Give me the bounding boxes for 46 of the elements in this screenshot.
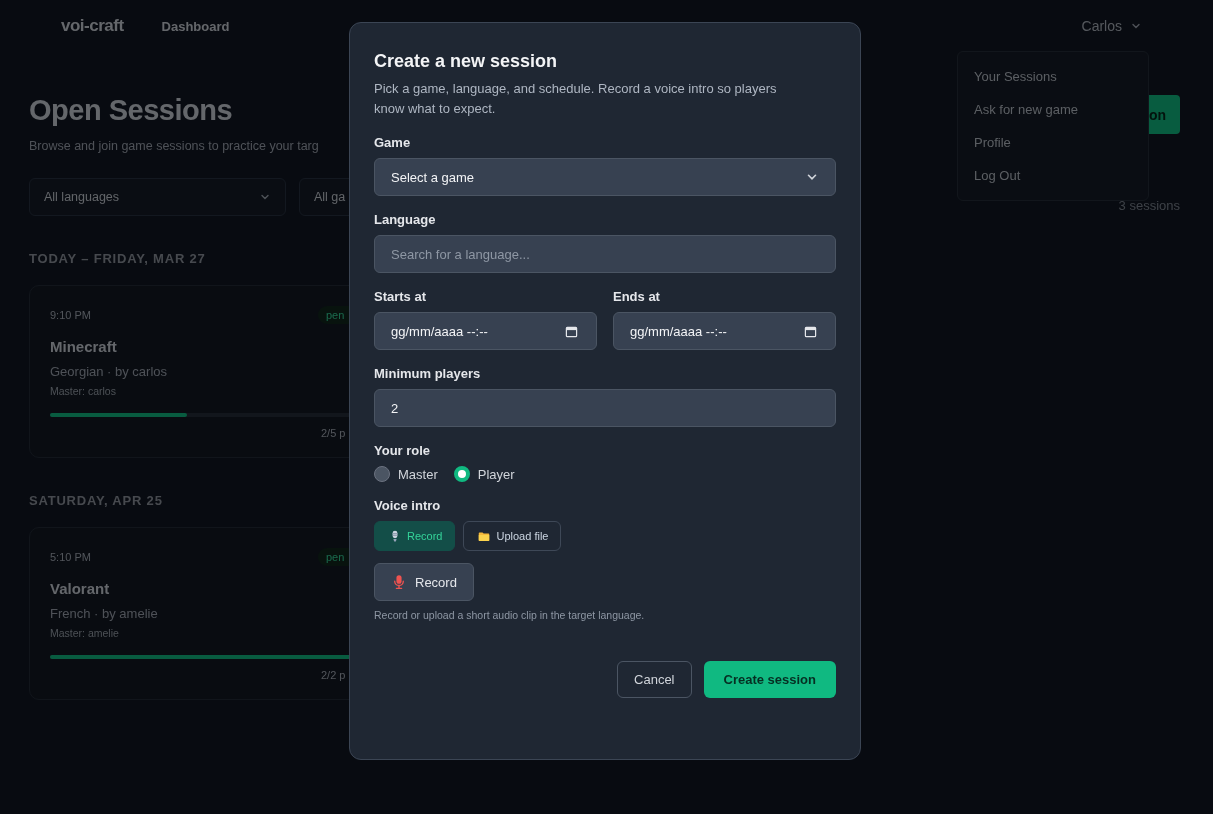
- date-heading: TODAY – FRIDAY, MAR 27: [29, 251, 206, 266]
- menu-item[interactable]: Your Sessions: [958, 60, 1148, 93]
- language-search-field[interactable]: Search for a language...: [374, 235, 836, 273]
- session-meta: Georgian · by carlos: [50, 364, 168, 379]
- folder-icon: [478, 529, 491, 543]
- dialog-description: Pick a game, language, and schedule. Record a voice intro so players know what to expect.: [374, 80, 778, 118]
- field-label: Voice intro: [374, 498, 442, 513]
- logo[interactable]: voi-craft: [61, 16, 124, 36]
- create-button[interactable]: Create session: [703, 661, 836, 698]
- player-count: 2/2 p: [321, 669, 347, 681]
- end-date-field[interactable]: gg/mm/aaaa --:--: [613, 312, 836, 350]
- calendar-icon: [804, 324, 817, 338]
- menu-item[interactable]: Profile: [958, 126, 1148, 159]
- session-time: 5:10 PM: [50, 551, 91, 563]
- radio-button[interactable]: [453, 466, 470, 482]
- game-name: Valorant: [50, 580, 110, 597]
- minimum-players-field[interactable]: 2: [374, 389, 836, 427]
- date-heading: SATURDAY, APR 25: [29, 493, 163, 508]
- nav-link[interactable]: Dashboard: [161, 18, 230, 34]
- user-menu-button[interactable]: Carlos: [1081, 18, 1142, 34]
- field-label: Language: [374, 212, 437, 227]
- session-time: 9:10 PM: [50, 309, 91, 321]
- cancel-button[interactable]: Cancel: [617, 661, 692, 698]
- page-title: Open Sessions: [29, 94, 233, 127]
- radio-label[interactable]: Player: [477, 466, 515, 482]
- player-count: 2/5 p: [321, 427, 347, 439]
- start-date-field[interactable]: gg/mm/aaaa --:--: [374, 312, 597, 350]
- radio-button[interactable]: [374, 466, 390, 482]
- session-master: Master: carlos: [50, 385, 116, 397]
- menu-item[interactable]: Log Out: [958, 159, 1148, 192]
- game-name: Minecraft: [50, 338, 117, 355]
- record-button[interactable]: Record: [374, 563, 474, 601]
- game-select[interactable]: Select a game: [374, 158, 836, 196]
- voice-tab[interactable]: Upload file: [463, 521, 562, 551]
- voice-tab[interactable]: Record: [374, 521, 456, 551]
- session-meta: French · by amelie: [50, 606, 158, 621]
- menu-item[interactable]: Ask for new game: [958, 93, 1148, 126]
- field-label: Game: [374, 135, 412, 150]
- dialog-title: Create a new session: [374, 51, 559, 72]
- session-master: Master: amelie: [50, 627, 119, 639]
- filter-select[interactable]: All languages: [29, 178, 286, 216]
- field-label: Ends at: [613, 289, 661, 304]
- radio-label[interactable]: Master: [398, 466, 438, 482]
- calendar-icon: [565, 324, 578, 338]
- page-subtitle: Browse and join game sessions to practice your targ: [29, 139, 319, 153]
- microphone-icon: [393, 574, 405, 590]
